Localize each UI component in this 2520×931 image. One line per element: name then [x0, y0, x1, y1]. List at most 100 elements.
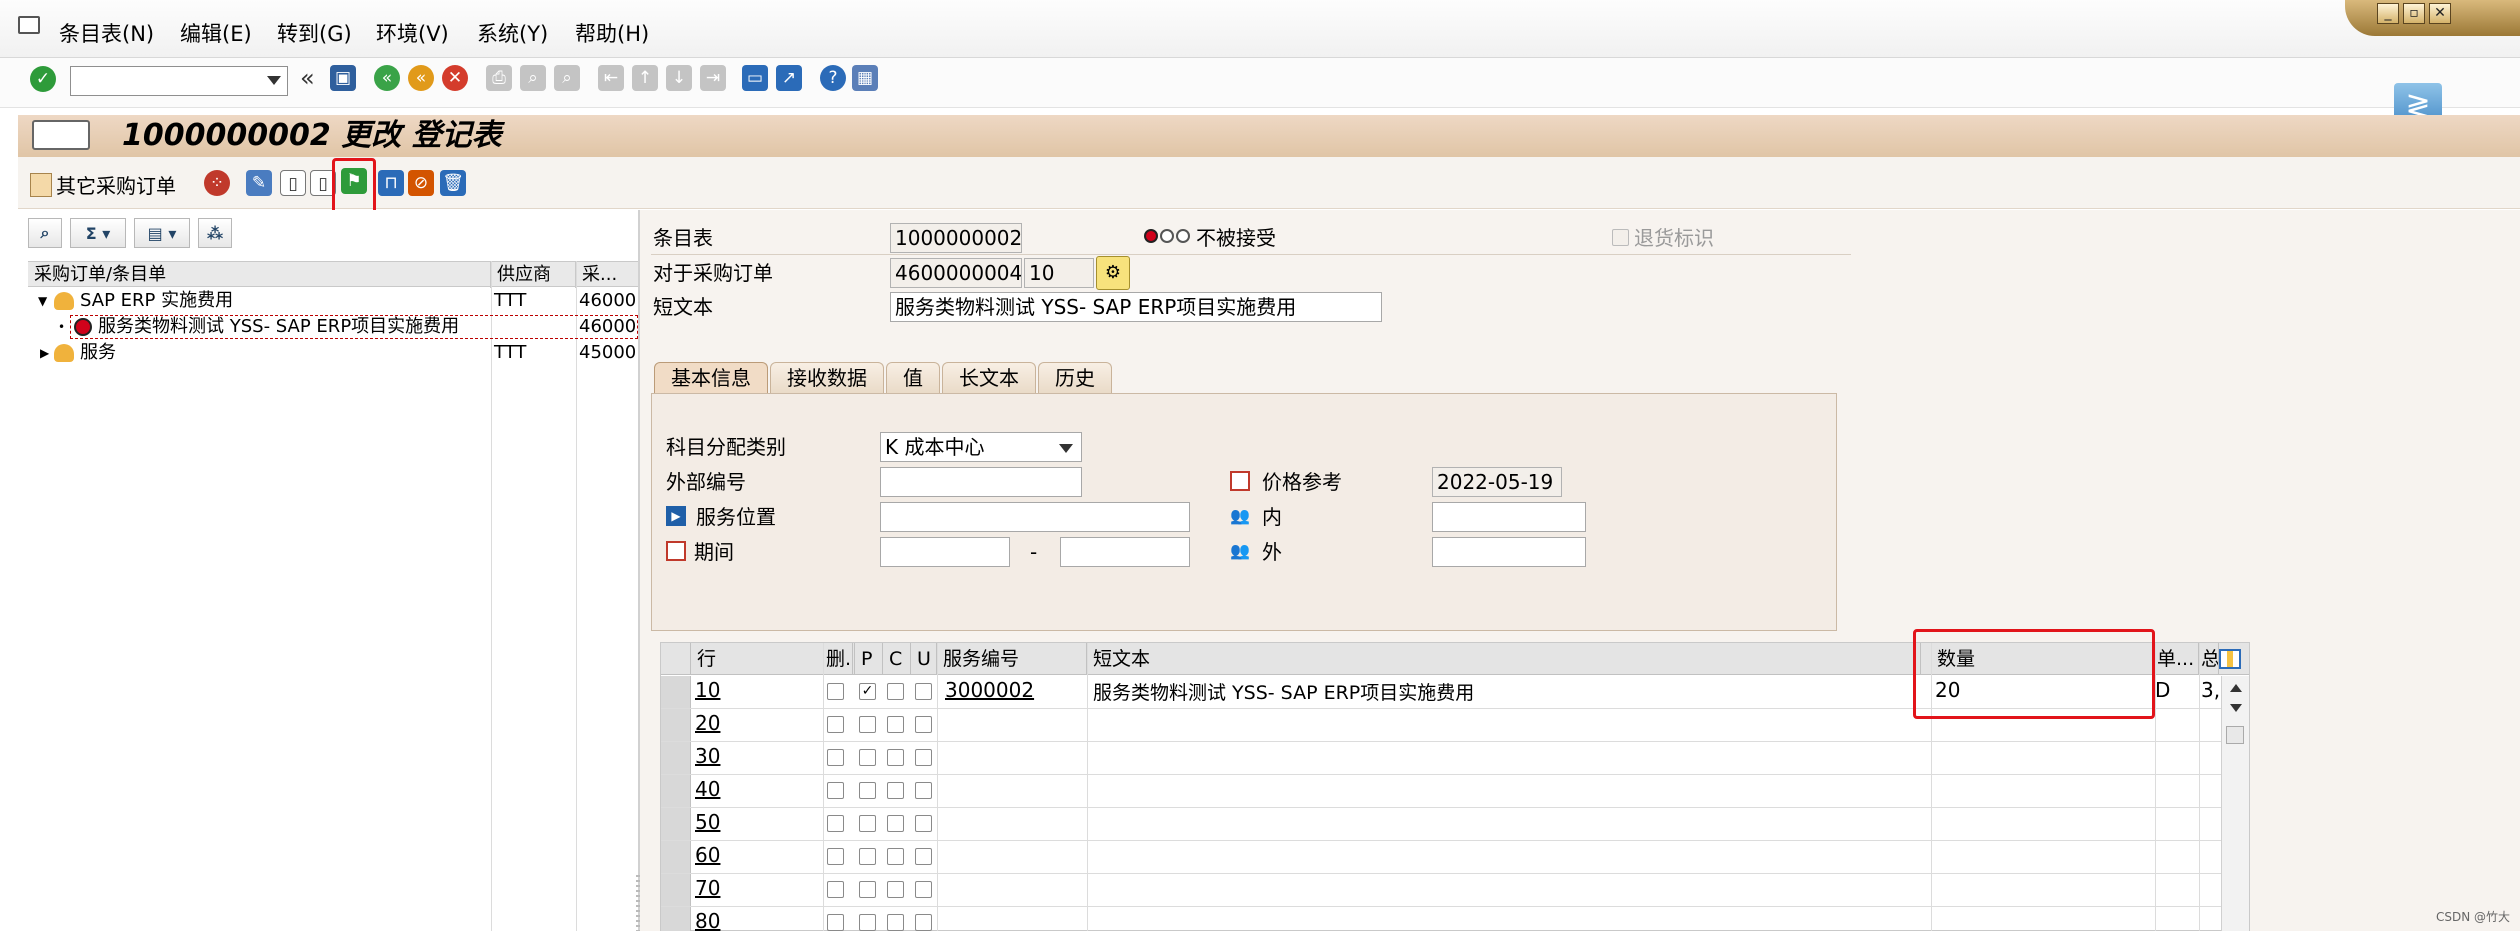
period-from-field[interactable]	[880, 537, 1010, 567]
total-field[interactable]: 3,	[2201, 678, 2220, 702]
tree-col-po[interactable]: 采购订单/条目单	[28, 262, 491, 288]
delete-checkbox[interactable]	[827, 749, 844, 766]
create-icon[interactable]: ▯	[280, 170, 306, 196]
c-checkbox[interactable]	[887, 881, 904, 898]
p-checkbox[interactable]	[859, 716, 876, 733]
location-field[interactable]	[880, 502, 1190, 532]
help-icon[interactable]: ?	[820, 65, 846, 91]
next-page-icon[interactable]: ↓	[666, 65, 692, 91]
line-number[interactable]: 70	[695, 876, 720, 900]
acct-assign-select[interactable]: K 成本中心	[880, 432, 1082, 462]
layout-icon[interactable]: ▤ ▾	[134, 218, 190, 248]
row-selector[interactable]	[661, 742, 691, 774]
line-number[interactable]: 40	[695, 777, 720, 801]
close-icon[interactable]: ✕	[2429, 3, 2451, 24]
display-change-icon[interactable]: ✎	[246, 170, 272, 196]
tab-basic-info[interactable]: 基本信息	[654, 362, 768, 394]
find-tree-icon[interactable]: ⌕	[28, 218, 62, 248]
short-text-field[interactable]: 服务类物料测试 YSS- SAP ERP项目实施费用	[890, 292, 1382, 322]
entry-sheet-field[interactable]: 1000000002	[890, 223, 1022, 253]
scroll-thumb[interactable]	[2226, 726, 2244, 744]
c-checkbox[interactable]	[887, 848, 904, 865]
u-checkbox[interactable]	[915, 815, 932, 832]
service-number-link[interactable]: 3000002	[945, 678, 1034, 702]
menu-edit[interactable]: 编辑(E)	[180, 18, 252, 48]
c-checkbox[interactable]	[887, 782, 904, 799]
table-row[interactable]: 30	[661, 742, 2221, 775]
first-page-icon[interactable]: ⇤	[598, 65, 624, 91]
table-row[interactable]: 40	[661, 775, 2221, 808]
chevron-down-icon[interactable]	[1059, 444, 1073, 453]
tab-history[interactable]: 历史	[1038, 362, 1112, 394]
u-checkbox[interactable]	[915, 914, 932, 931]
unit-field[interactable]: D	[2155, 678, 2170, 702]
row-selector[interactable]	[661, 775, 691, 807]
p-checkbox[interactable]: ✓	[859, 683, 876, 700]
c-checkbox[interactable]	[887, 815, 904, 832]
p-checkbox[interactable]	[859, 749, 876, 766]
vertical-scrollbar[interactable]	[2221, 676, 2249, 931]
po-number-field[interactable]: 4600000004	[890, 258, 1022, 288]
minimize-icon[interactable]: _	[2377, 3, 2399, 24]
tab-values[interactable]: 值	[886, 362, 940, 394]
expand-down-icon[interactable]: ▼	[38, 288, 47, 314]
po-item-field[interactable]: 10	[1024, 258, 1094, 288]
menu-environment[interactable]: 环境(V)	[376, 18, 449, 48]
tab-long-text[interactable]: 长文本	[942, 362, 1036, 394]
p-checkbox[interactable]	[859, 881, 876, 898]
back-collapse-icon[interactable]: «	[300, 64, 315, 92]
ext-no-field[interactable]	[880, 467, 1082, 497]
back-icon[interactable]: «	[374, 65, 400, 91]
col-u[interactable]: U	[911, 643, 937, 675]
line-number[interactable]: 30	[695, 744, 720, 768]
u-checkbox[interactable]	[915, 881, 932, 898]
last-page-icon[interactable]: ⇥	[700, 65, 726, 91]
col-total[interactable]: 总	[2199, 643, 2219, 675]
row-selector[interactable]	[661, 676, 691, 708]
col-p[interactable]: P	[855, 643, 883, 675]
row-selector[interactable]	[661, 808, 691, 840]
table-row[interactable]: 50	[661, 808, 2221, 841]
p-checkbox[interactable]	[859, 815, 876, 832]
c-checkbox[interactable]	[887, 749, 904, 766]
c-checkbox[interactable]	[887, 683, 904, 700]
u-checkbox[interactable]	[915, 782, 932, 799]
c-checkbox[interactable]	[887, 914, 904, 931]
line-number[interactable]: 20	[695, 711, 720, 735]
table-settings-icon[interactable]	[2219, 649, 2241, 669]
inner-person-field[interactable]	[1432, 502, 1586, 532]
service-short-text[interactable]: 服务类物料测试 YSS- SAP ERP项目实施费用	[1093, 678, 1474, 705]
menu-entry-sheet[interactable]: 条目表(N)	[59, 18, 154, 48]
tree-row[interactable]: ▼ SAP ERP 实施费用 TTT 46000	[28, 288, 638, 314]
outer-person-field[interactable]	[1432, 537, 1586, 567]
new-session-icon[interactable]: ▭	[742, 65, 768, 91]
u-checkbox[interactable]	[915, 848, 932, 865]
table-row[interactable]: 80	[661, 907, 2221, 931]
price-ref-field[interactable]: 2022-05-19	[1432, 467, 1562, 497]
row-selector[interactable]	[661, 841, 691, 873]
shortcut-icon[interactable]: ↗	[776, 65, 802, 91]
save-icon[interactable]: ▣	[330, 65, 356, 91]
col-service-no[interactable]: 服务编号	[937, 643, 1087, 675]
variant-icon[interactable]: ⁂	[198, 218, 232, 248]
po-display-button[interactable]: ⚙	[1096, 256, 1130, 290]
p-checkbox[interactable]	[859, 782, 876, 799]
row-selector[interactable]	[661, 874, 691, 906]
scroll-up-icon[interactable]	[2230, 684, 2242, 692]
delete-icon[interactable]: 🗑	[440, 170, 466, 196]
delete-checkbox[interactable]	[827, 848, 844, 865]
chevron-down-icon[interactable]	[267, 76, 281, 85]
menu-goto[interactable]: 转到(G)	[277, 18, 352, 48]
sum-icon[interactable]: Σ ▾	[70, 218, 126, 248]
enter-check-icon[interactable]: ✓	[30, 66, 56, 92]
tree-col-purch[interactable]: 采...	[576, 262, 638, 288]
other-po-button[interactable]: 其它采购订单	[30, 170, 176, 199]
tree-col-vendor[interactable]: 供应商	[491, 262, 576, 288]
return-flag-checkbox[interactable]	[1612, 229, 1629, 246]
table-row[interactable]: 60	[661, 841, 2221, 874]
delete-checkbox[interactable]	[827, 881, 844, 898]
row-selector[interactable]	[661, 907, 691, 931]
line-number[interactable]: 50	[695, 810, 720, 834]
delete-checkbox[interactable]	[827, 815, 844, 832]
col-short-text[interactable]: 短文本	[1087, 643, 1921, 675]
